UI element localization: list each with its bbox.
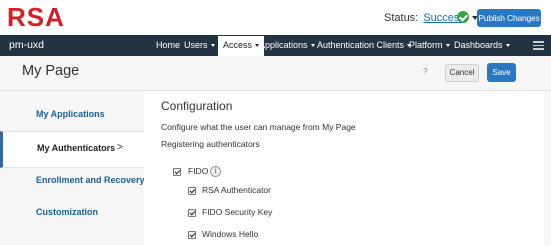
help-icon[interactable]: ? (423, 67, 427, 76)
fido-label: FIDO (188, 166, 209, 176)
chevron-right-icon: > (117, 142, 123, 153)
svg-text:RSA: RSA (7, 4, 65, 30)
nav-applications[interactable]: Applications (259, 35, 315, 56)
rsa-authenticator-checkbox[interactable] (188, 187, 196, 195)
main-navbar: pm-uxd Home Users Access Applications Au… (0, 35, 551, 56)
info-icon[interactable]: i (210, 166, 221, 177)
page-header: My Page ? Cancel Save (0, 56, 551, 91)
save-button[interactable]: Save (487, 63, 516, 82)
sidebar-item-my-authenticators[interactable]: My Authenticators > (0, 131, 144, 168)
section-title: Configuration (161, 99, 233, 113)
nav-platform[interactable]: Platform (409, 35, 450, 56)
top-header: RSA Status: Success Publish Changes (0, 0, 551, 35)
rsa-authenticator-label: RSA Authenticator (202, 185, 271, 195)
fido-checkbox[interactable] (173, 168, 181, 176)
rsa-logo: RSA (7, 4, 65, 30)
section-subheading: Registering authenticators (161, 139, 260, 149)
chevron-down-icon (310, 44, 315, 48)
sidebar-item-customization[interactable]: Customization (0, 207, 144, 221)
sidebar: My Applications My Authenticators > Enro… (0, 91, 145, 245)
fido-security-key-label: FIDO Security Key (202, 207, 273, 217)
publish-changes-button[interactable]: Publish Changes (477, 9, 541, 27)
sidebar-item-enrollment-and-recovery[interactable]: Enrollment and Recovery (0, 175, 145, 189)
tenant-name[interactable]: pm-uxd (9, 35, 44, 56)
nav-dashboards[interactable]: Dashboards (454, 35, 510, 56)
windows-hello-checkbox[interactable] (188, 231, 196, 239)
chevron-down-icon (445, 44, 450, 48)
chevron-down-icon (210, 44, 215, 48)
cancel-button[interactable]: Cancel (445, 64, 479, 82)
status-label: Status: (384, 12, 419, 24)
windows-hello-label: Windows Hello (202, 229, 259, 239)
nav-home[interactable]: Home (156, 35, 180, 56)
nav-authentication-clients[interactable]: Authentication Clients (317, 35, 412, 56)
hamburger-menu-icon[interactable] (533, 41, 544, 50)
fido-security-key-checkbox[interactable] (188, 209, 196, 217)
right-gutter (544, 91, 551, 245)
section-description: Configure what the user can manage from … (161, 122, 356, 132)
page-title: My Page (22, 63, 80, 79)
configuration-panel: Configuration Configure what the user ca… (144, 91, 544, 245)
chevron-down-icon (505, 44, 510, 48)
nav-access[interactable]: Access (218, 36, 265, 56)
nav-users[interactable]: Users (184, 35, 215, 56)
sidebar-item-my-applications[interactable]: My Applications (0, 109, 144, 123)
success-check-icon (457, 11, 469, 23)
